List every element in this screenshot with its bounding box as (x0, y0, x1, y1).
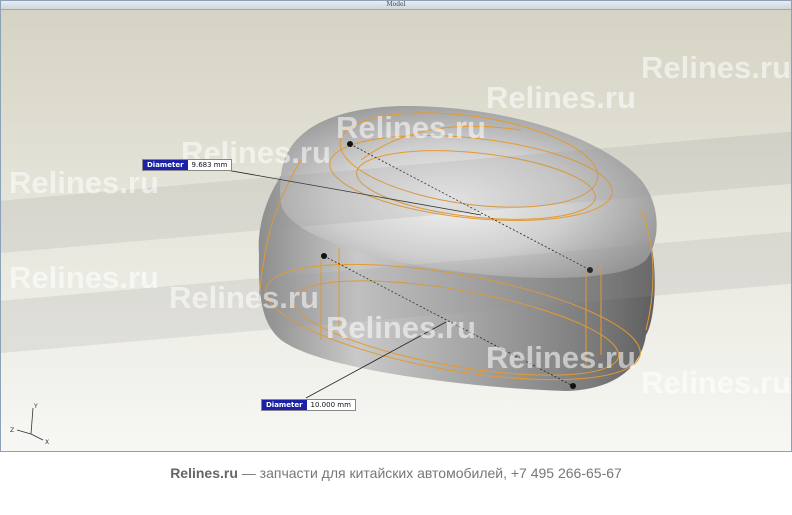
dimension-value: 10.000 mm (310, 401, 351, 409)
dimension-point (321, 253, 327, 259)
axis-triad-icon: Y Z X (10, 403, 49, 446)
axis-y-label: Y (33, 403, 38, 410)
model-window: Model Relines.ru Relines.ru Relines.ru R… (0, 0, 792, 452)
dimension-value: 9.683 mm (191, 161, 228, 169)
diameter-upper-label[interactable]: Diameter 9.683 mm (142, 159, 233, 171)
cap-model-3d[interactable] (1, 10, 791, 451)
dimension-name: Diameter (143, 160, 188, 170)
dimension-name: Diameter (262, 400, 307, 410)
footer-text: — запчасти для китайских автомобилей, +7… (237, 465, 622, 481)
footer-brand[interactable]: Relines.ru (170, 465, 238, 481)
dimension-point (347, 141, 353, 147)
diameter-lower-label[interactable]: Diameter 10.000 mm (261, 399, 356, 411)
dimension-point (587, 267, 593, 273)
axis-z-label: Z (10, 427, 14, 434)
site-footer: Relines.ru — запчасти для китайских авто… (0, 456, 792, 490)
window-title: Model (386, 1, 406, 8)
dimension-point (570, 383, 576, 389)
model-viewport[interactable]: Relines.ru Relines.ru Relines.ru Relines… (1, 10, 791, 451)
window-titlebar[interactable]: Model (1, 1, 791, 10)
axis-x-label: X (45, 439, 49, 446)
